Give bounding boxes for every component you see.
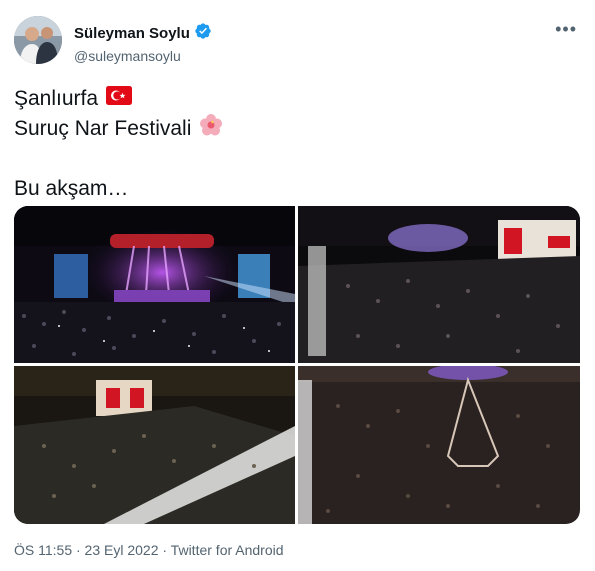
verified-badge-icon <box>194 22 212 45</box>
author-handle[interactable]: @suleymansoylu <box>74 47 212 65</box>
author-name[interactable]: Süleyman Soylu <box>74 22 212 45</box>
photo-aerial-street[interactable] <box>14 366 295 524</box>
hibiscus-icon <box>199 113 223 146</box>
author-name-text[interactable]: Süleyman Soylu <box>74 25 190 43</box>
turkey-flag-icon <box>106 84 133 114</box>
tweet-line-festival: Suruç Nar Festivali <box>14 117 192 140</box>
photo-stage[interactable] <box>14 206 295 363</box>
tweet-text: Şanlıurfa Suruç Nar Festivali Bu akşam… <box>14 84 574 204</box>
tweet-line-city: Şanlıurfa <box>14 87 99 110</box>
media-grid <box>14 206 580 524</box>
tweet-line-tonight: Bu akşam… <box>14 177 129 200</box>
avatar[interactable] <box>14 16 62 64</box>
more-options-icon[interactable]: ••• <box>555 20 577 38</box>
tweet-header: Süleyman Soylu @suleymansoylu ••• <box>14 14 581 68</box>
tweet-meta[interactable]: ÖS 11:55 · 23 Eyl 2022 · Twitter for And… <box>14 541 284 559</box>
photo-topdown-crowd[interactable] <box>298 366 580 524</box>
photo-aerial-crowd[interactable] <box>298 206 580 363</box>
